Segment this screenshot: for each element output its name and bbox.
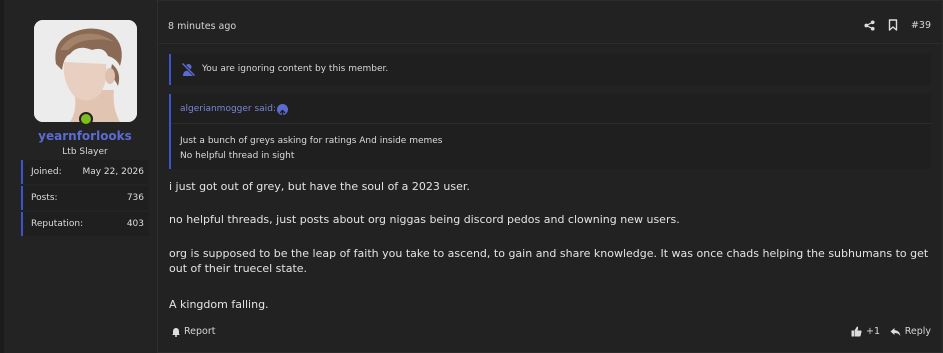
post-body-paragraph: org is supposed to be the leap of faith … — [169, 247, 929, 275]
user-sidebar: yearnforlooks Ltb Slayer Joined: May 22,… — [4, 0, 158, 353]
reply-label: Reply — [904, 326, 931, 337]
reaction-count: +1 — [865, 326, 880, 337]
bookmark-icon[interactable] — [888, 19, 898, 31]
quote-block: algerianmogger said: Just a bunch of gre… — [169, 94, 931, 169]
post-body-paragraph: A kingdom falling. — [169, 298, 269, 311]
reply-button[interactable]: Reply — [890, 326, 931, 337]
post-number-link[interactable]: #39 — [911, 20, 931, 31]
post-header-actions: #39 — [864, 19, 931, 31]
quote-line: Just a bunch of greys asking for ratings… — [180, 136, 443, 146]
reaction-button[interactable]: +1 — [851, 326, 880, 337]
post-timestamp[interactable]: 8 minutes ago — [168, 21, 236, 32]
go-to-quote-icon[interactable] — [277, 104, 288, 116]
stat-value: 403 — [126, 219, 144, 229]
stat-joined: Joined: May 22, 2026 — [21, 160, 149, 184]
stat-label: Posts: — [31, 193, 58, 203]
stat-label: Joined: — [31, 167, 62, 177]
stat-reputation: Reputation: 403 — [21, 212, 149, 236]
post-footer: Report +1 Reply — [159, 322, 943, 342]
report-button[interactable]: Report — [171, 326, 216, 337]
online-status-indicator — [79, 112, 93, 126]
report-label: Report — [184, 326, 216, 337]
quote-line: No helpful thread in sight — [180, 151, 295, 161]
header-divider — [159, 43, 943, 44]
thumbs-up-icon — [851, 326, 862, 337]
ignored-notice-text: You are ignoring content by this member. — [202, 64, 389, 74]
post-body-paragraph: i just got out of grey, but have the sou… — [169, 180, 470, 193]
ignore-user-icon — [181, 62, 196, 81]
avatar[interactable] — [34, 20, 137, 122]
user-stats: Joined: May 22, 2026 Posts: 736 Reputati… — [21, 160, 149, 238]
ignored-content-notice[interactable]: You are ignoring content by this member. — [169, 54, 931, 85]
post-body-paragraph: no helpful threads, just posts about org… — [169, 213, 680, 226]
stat-posts: Posts: 736 — [21, 186, 149, 210]
post-main: 8 minutes ago #39 You are ignoring conte… — [159, 0, 943, 353]
bell-icon — [172, 327, 180, 337]
user-title: Ltb Slayer — [62, 147, 108, 157]
stat-value: 736 — [126, 193, 144, 203]
quote-author[interactable]: algerianmogger said: — [180, 104, 276, 114]
stat-label: Reputation: — [31, 219, 84, 229]
stat-value: May 22, 2026 — [82, 167, 144, 177]
avatar-image — [34, 20, 137, 122]
quote-header: algerianmogger said: — [171, 94, 931, 124]
share-icon[interactable] — [864, 19, 875, 31]
reply-icon — [890, 327, 901, 336]
username[interactable]: yearnforlooks — [8, 129, 162, 143]
